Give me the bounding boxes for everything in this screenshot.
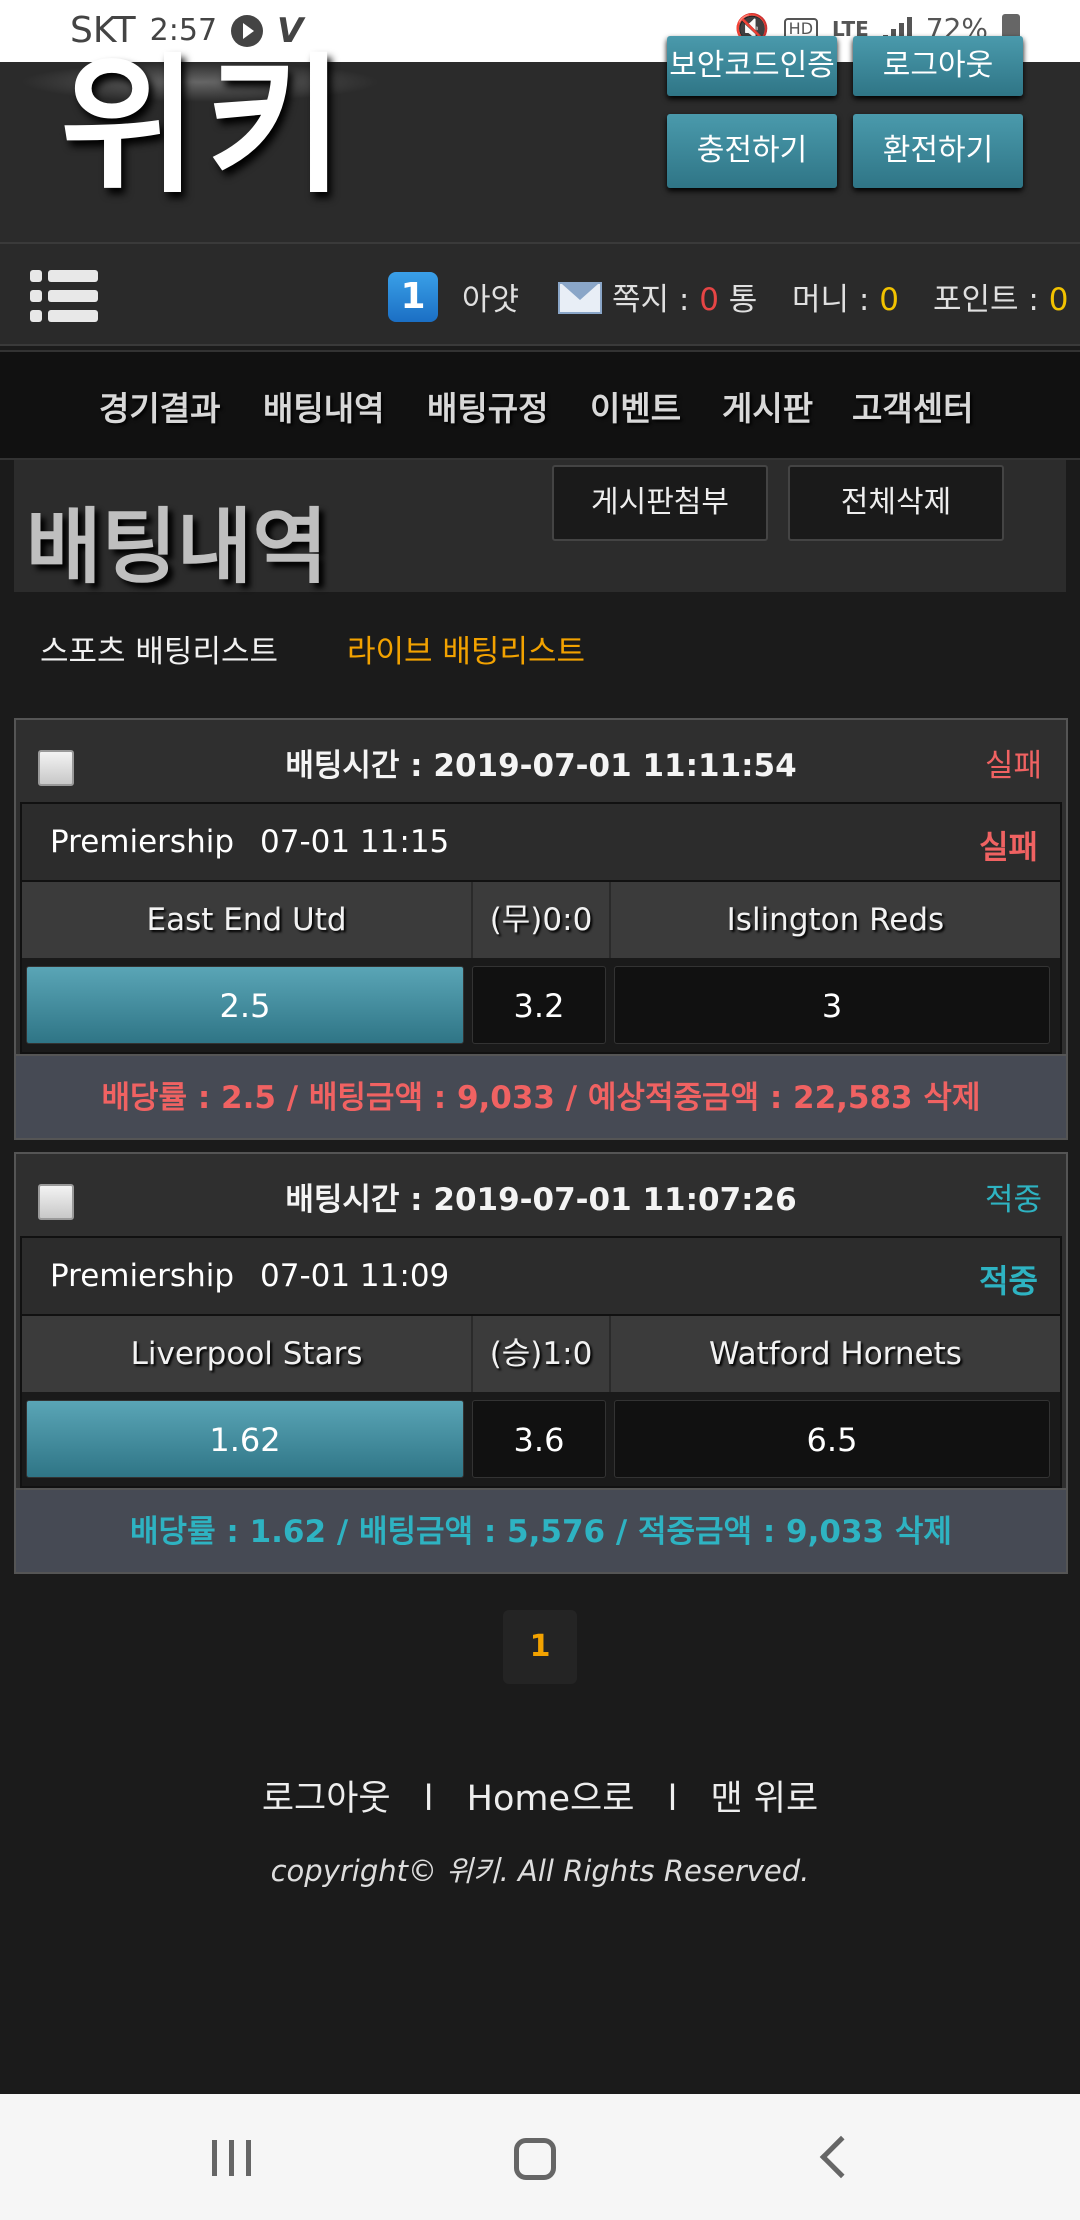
- away-team: Islington Reds: [726, 902, 945, 938]
- money-label: 머니 :: [792, 282, 880, 318]
- site-header: 위키 보안코드인증 로그아웃 충전하기 환전하기: [0, 36, 1080, 242]
- odd-draw[interactable]: 3.2: [472, 966, 606, 1044]
- odd-home[interactable]: 2.5: [26, 966, 464, 1044]
- delete-all-button[interactable]: 전체삭제: [788, 465, 1004, 541]
- match-time: 07-01 11:09: [260, 1258, 450, 1294]
- away-team: Watford Hornets: [708, 1336, 962, 1372]
- page-title-box: 배팅내역 게시판첨부 전체삭제: [14, 460, 1066, 595]
- footer-links: 로그아웃 l Home으로 l 맨 위로: [0, 1770, 1080, 1821]
- bet-card-header: 배팅시간 : 2019-07-01 11:11:54 실패: [16, 720, 1066, 802]
- attach-to-board-button[interactable]: 게시판첨부: [552, 465, 768, 541]
- home-icon[interactable]: [514, 2138, 556, 2180]
- bet-card-header: 배팅시간 : 2019-07-01 11:07:26 적중: [16, 1154, 1066, 1236]
- note-count[interactable]: 쪽지 : 0 통: [612, 274, 757, 319]
- security-code-button[interactable]: 보안코드인증: [667, 36, 837, 96]
- match-result: 적중: [979, 1262, 1038, 1300]
- odd-away[interactable]: 3: [614, 966, 1050, 1044]
- main-nav: 경기결과 배팅내역 배팅규정 이벤트 게시판 고객센터: [0, 350, 1080, 460]
- nav-bet-rules[interactable]: 배팅규정: [427, 382, 548, 430]
- tab-sports-bets[interactable]: 스포츠 배팅리스트: [40, 626, 278, 671]
- match-info: Premiership 07-01 11:09 적중: [22, 1238, 1060, 1316]
- bet-result-badge: 실패: [984, 748, 1042, 784]
- footer-home-link[interactable]: Home으로: [467, 1779, 635, 1819]
- bet-result-badge: 적중: [984, 1182, 1042, 1218]
- bet-summary[interactable]: 배당률 : 1.62 / 배팅금액 : 5,576 / 적중금액 : 9,033…: [16, 1488, 1066, 1572]
- money-value: 0: [879, 282, 899, 318]
- page-1-button[interactable]: 1: [503, 1610, 577, 1684]
- match-time: 07-01 11:15: [260, 824, 450, 860]
- money-balance: 머니 : 0: [792, 274, 899, 319]
- nav-events[interactable]: 이벤트: [590, 382, 681, 430]
- envelope-icon[interactable]: [558, 282, 602, 314]
- system-nav-bar: [0, 2094, 1080, 2220]
- bet-summary[interactable]: 배당률 : 2.5 / 배팅금액 : 9,033 / 예상적중금액 : 22,5…: [16, 1054, 1066, 1138]
- note-unit: 통: [718, 282, 758, 318]
- nav-bet-history[interactable]: 배팅내역: [263, 382, 384, 430]
- league-name: Premiership: [50, 1258, 235, 1294]
- back-icon[interactable]: [819, 2135, 863, 2179]
- exchange-button[interactable]: 환전하기: [853, 114, 1023, 188]
- user-bar: 1 아얏 쪽지 : 0 통 머니 : 0 포인트 : 0: [0, 242, 1080, 346]
- league-name: Premiership: [50, 824, 235, 860]
- odd-draw[interactable]: 3.6: [472, 1400, 606, 1478]
- bet-time: 배팅시간 : 2019-07-01 11:07:26: [285, 1182, 797, 1218]
- teams-row: Liverpool Stars (승)1:0 Watford Hornets: [22, 1316, 1060, 1392]
- point-label: 포인트 :: [933, 282, 1049, 318]
- recent-apps-icon[interactable]: [212, 2140, 251, 2176]
- footer-logout-link[interactable]: 로그아웃: [262, 1779, 391, 1819]
- site-logo[interactable]: 위키: [60, 52, 352, 202]
- odds-row: 2.5 3.2 3: [22, 958, 1060, 1052]
- level-badge-icon: 1: [388, 272, 438, 322]
- tab-live-bets[interactable]: 라이브 배팅리스트: [347, 626, 585, 671]
- odds-row: 1.62 3.6 6.5: [22, 1392, 1060, 1486]
- bet-card: 배팅시간 : 2019-07-01 11:11:54 실패 Premiershi…: [14, 718, 1068, 1140]
- match-info: Premiership 07-01 11:15 실패: [22, 804, 1060, 882]
- logout-top-button[interactable]: 로그아웃: [853, 36, 1023, 96]
- nav-board[interactable]: 게시판: [722, 382, 813, 430]
- draw-score: (무)0:0: [471, 882, 611, 958]
- home-team: East End Utd: [146, 902, 347, 938]
- note-label: 쪽지 :: [612, 282, 700, 318]
- draw-score: (승)1:0: [471, 1316, 611, 1392]
- match-result: 실패: [979, 828, 1038, 866]
- page-title: 배팅내역: [26, 500, 328, 595]
- bet-card: 배팅시간 : 2019-07-01 11:07:26 적중 Premiershi…: [14, 1152, 1068, 1574]
- nav-results[interactable]: 경기결과: [99, 382, 220, 430]
- home-team: Liverpool Stars: [130, 1336, 363, 1372]
- footer-top-link[interactable]: 맨 위로: [710, 1779, 818, 1819]
- point-value: 0: [1048, 282, 1069, 318]
- odd-home[interactable]: 1.62: [26, 1400, 464, 1478]
- point-balance: 포인트 : 0: [933, 274, 1068, 319]
- footer-separator: l: [423, 1779, 434, 1819]
- teams-row: East End Utd (무)0:0 Islington Reds: [22, 882, 1060, 958]
- note-count-value: 0: [699, 282, 719, 318]
- match-box: Premiership 07-01 11:15 실패 East End Utd …: [20, 802, 1062, 1054]
- bet-time: 배팅시간 : 2019-07-01 11:11:54: [285, 748, 797, 784]
- charge-button[interactable]: 충전하기: [667, 114, 837, 188]
- match-box: Premiership 07-01 11:09 적중 Liverpool Sta…: [20, 1236, 1062, 1488]
- copyright-text: copyright© 위키. All Rights Reserved.: [270, 1854, 810, 1888]
- footer-separator: l: [667, 1779, 678, 1819]
- odd-away[interactable]: 6.5: [614, 1400, 1050, 1478]
- username: 아얏: [462, 282, 520, 318]
- nav-support[interactable]: 고객센터: [852, 382, 973, 430]
- hamburger-menu-icon[interactable]: [30, 266, 98, 326]
